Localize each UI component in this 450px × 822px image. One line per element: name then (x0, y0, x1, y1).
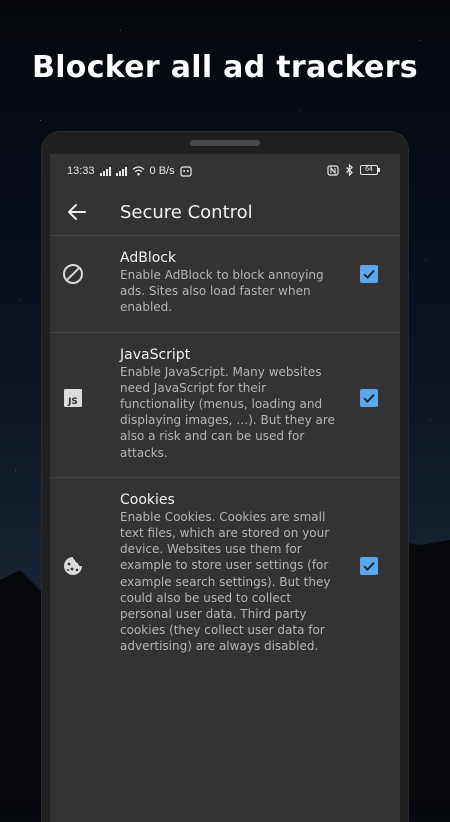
page-title: Secure Control (120, 202, 253, 223)
setting-title: AdBlock (120, 250, 177, 266)
svg-text:JS: JS (67, 397, 78, 407)
phone-frame: 13:33 0 B/s 64 Secure Control AdBlock En… (42, 132, 408, 822)
battery-icon: 64 (360, 165, 380, 175)
signal-icon (99, 166, 111, 176)
status-time: 13:33 (67, 165, 95, 177)
check-icon (363, 561, 375, 571)
setting-description: Enable JavaScript. Many websites need Ja… (120, 364, 335, 460)
bluetooth-icon (346, 164, 353, 176)
wifi-icon (132, 166, 144, 176)
nfc-icon (327, 164, 339, 176)
status-bar: 13:33 0 B/s 64 (50, 154, 400, 188)
javascript-checkbox[interactable] (360, 388, 378, 407)
setting-description: Enable Cookies. Cookies are small text f… (120, 509, 331, 654)
cookie-icon (64, 556, 82, 575)
network-speed: 0 B/s (149, 165, 175, 177)
notification-icon (180, 165, 192, 177)
signal-icon-2 (115, 166, 127, 176)
setting-cookies: Cookies Enable Cookies. Cookies are smal… (50, 476, 400, 671)
setting-javascript: JS JavaScript Enable JavaScript. Many we… (50, 331, 400, 477)
setting-title: Cookies (120, 491, 175, 508)
check-icon (363, 269, 375, 280)
phone-screen: 13:33 0 B/s 64 Secure Control AdBlock En… (50, 154, 400, 822)
phone-speaker (190, 140, 260, 146)
adblock-checkbox[interactable] (360, 265, 378, 283)
setting-title: JavaScript (120, 346, 191, 363)
app-bar: Secure Control (50, 188, 400, 234)
settings-list: AdBlock Enable AdBlock to block annoying… (50, 235, 400, 671)
block-icon (63, 264, 83, 284)
setting-adblock: AdBlock Enable AdBlock to block annoying… (50, 235, 400, 332)
javascript-icon: JS (64, 388, 82, 407)
promo-headline: Blocker all ad trackers (32, 50, 418, 85)
check-icon (363, 393, 375, 403)
arrow-left-icon[interactable] (65, 200, 89, 224)
setting-description: Enable AdBlock to block annoying ads. Si… (120, 268, 324, 315)
cookies-checkbox[interactable] (360, 556, 378, 575)
